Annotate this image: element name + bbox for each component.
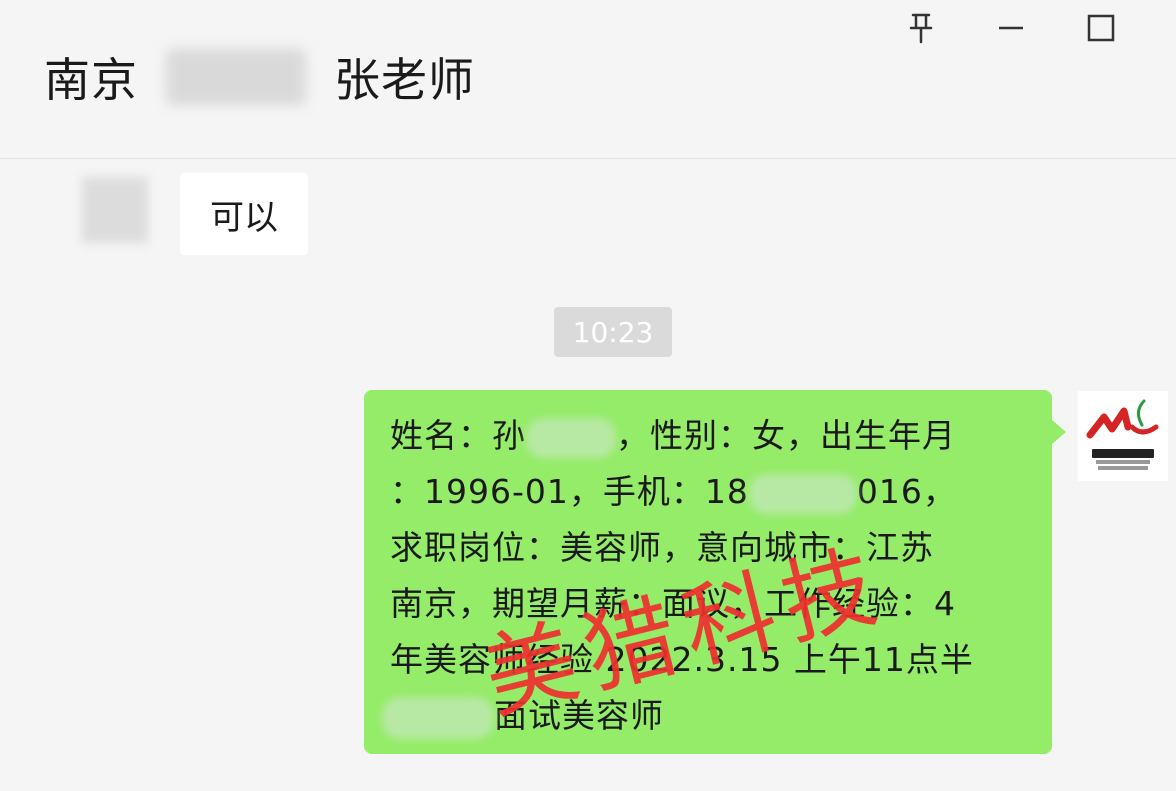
message-timestamp: 10:23 [554,307,672,357]
pin-button[interactable] [876,8,966,48]
logo-caption [1078,449,1168,470]
window-controls [876,8,1146,48]
contact-avatar[interactable] [82,177,148,243]
maximize-icon [1087,14,1115,42]
redacted-text [382,696,494,739]
chat-title-suffix: 张老师 [334,53,475,107]
maximize-button[interactable] [1056,8,1146,48]
message-line-6: 面试美容师 [382,688,1030,744]
message-bubble-outgoing[interactable]: 姓名：孙 ，性别：女，出生年月 ：1996-01，手机：18 016， 求职岗位：美… [364,390,1066,754]
minimize-button[interactable] [966,8,1056,48]
message-line-4: 南京，期望月薪：面议，工作经验：4 [390,584,956,623]
redacted-name [166,49,306,105]
company-logo-icon [1086,399,1159,439]
message-list: 可以 10:23 姓名：孙 ，性别：女，出生年月 ：1996-01，手机：18 01… [0,159,1176,791]
message-line-5: 年美容师经验 2022.3.15 上午11点半 [390,640,974,679]
minimize-icon [999,26,1023,30]
redacted-phone [748,473,857,514]
chat-title: 南京 张老师 [44,44,475,110]
message-line-2: ：1996-01，手机：18 016， [390,464,1030,520]
redacted-name [526,417,616,458]
timestamp-text: 10:23 [572,315,654,349]
message-line-3: 求职岗位：美容师，意向城市：江苏 [390,528,934,567]
chat-header: 南京 张老师 [0,0,1176,159]
message-line-1: 姓名：孙 ，性别：女，出生年月 [390,408,1030,464]
self-avatar-logo[interactable] [1078,391,1168,481]
message-bubble-incoming[interactable]: 可以 [180,173,308,255]
pin-icon [909,13,933,44]
chat-title-prefix: 南京 [44,53,138,107]
message-text: 可以 [210,197,278,238]
